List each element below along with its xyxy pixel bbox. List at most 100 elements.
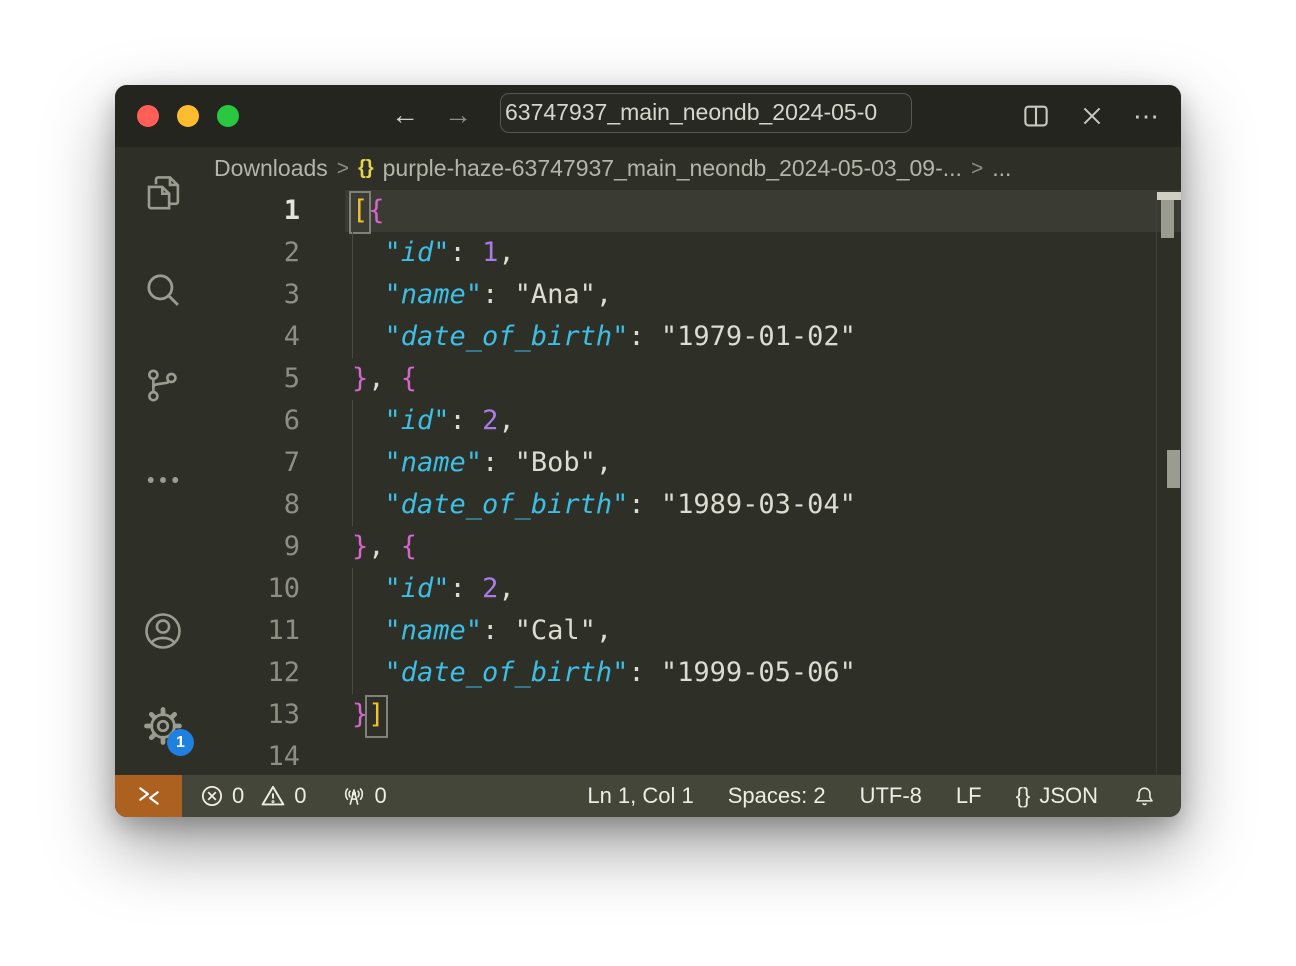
warnings-count: 0 — [294, 783, 306, 809]
line-number: 11 — [210, 610, 300, 652]
line-number: 10 — [210, 568, 300, 610]
line-number: 8 — [210, 484, 300, 526]
code-line[interactable]: 4 "date_of_birth": "1979-01-02" — [210, 316, 1181, 358]
code-line[interactable]: 10 "id": 2, — [210, 568, 1181, 610]
line-number: 3 — [210, 274, 300, 316]
back-arrow-icon[interactable]: ← — [385, 98, 425, 132]
settings-gear-icon[interactable]: 1 — [115, 690, 210, 762]
code-line[interactable]: 11 "name": "Cal", — [210, 610, 1181, 652]
explorer-icon[interactable] — [115, 157, 210, 229]
ports-indicator[interactable]: 0 — [341, 783, 387, 809]
code-line[interactable]: 3 "name": "Ana", — [210, 274, 1181, 316]
title-bar: ← → 63747937_main_neondb_2024-05-0 ⋯ — [115, 85, 1181, 147]
code-text: "name": "Bob", — [352, 442, 612, 484]
braces-icon: {} — [1016, 783, 1031, 809]
breadcrumb-separator: > — [971, 157, 983, 181]
indent-guide — [352, 274, 353, 316]
language-mode[interactable]: {} JSON — [1016, 783, 1098, 809]
code-text: "name": "Ana", — [352, 274, 612, 316]
overview-current-line-marker — [1157, 192, 1181, 200]
line-number: 5 — [210, 358, 300, 400]
encoding[interactable]: UTF-8 — [860, 783, 922, 809]
forward-arrow-icon[interactable]: → — [438, 98, 478, 132]
zoom-traffic-light[interactable] — [217, 105, 239, 127]
line-number: 1 — [210, 190, 300, 232]
cursor-position[interactable]: Ln 1, Col 1 — [587, 783, 693, 809]
notifications-bell-icon[interactable] — [1132, 784, 1157, 809]
close-editor-icon[interactable] — [1079, 103, 1105, 129]
code-text: }] — [352, 694, 385, 736]
breadcrumb-separator: > — [337, 157, 349, 181]
breadcrumb-file[interactable]: purple-haze-63747937_main_neondb_2024-05… — [383, 155, 962, 182]
line-number: 6 — [210, 400, 300, 442]
indent-guide — [352, 652, 353, 694]
line-number: 13 — [210, 694, 300, 736]
code-text: [{ — [352, 190, 385, 232]
vscode-window: ← → 63747937_main_neondb_2024-05-0 ⋯ — [115, 85, 1181, 817]
indentation[interactable]: Spaces: 2 — [728, 783, 826, 809]
breadcrumb: Downloads > {} purple-haze-63747937_main… — [210, 147, 1181, 190]
indent-guide — [352, 484, 353, 526]
eol-sequence[interactable]: LF — [956, 783, 982, 809]
problems-warnings[interactable]: 0 — [260, 783, 306, 809]
breadcrumb-symbol-tail[interactable]: ... — [992, 155, 1011, 182]
radio-tower-icon — [341, 783, 367, 809]
line-number: 9 — [210, 526, 300, 568]
code-line[interactable]: 8 "date_of_birth": "1989-03-04" — [210, 484, 1181, 526]
code-text: "id": 2, — [352, 568, 515, 610]
code-lines[interactable]: 1[{2 "id": 1,3 "name": "Ana",4 "date_of_… — [210, 190, 1181, 775]
line-number: 14 — [210, 736, 300, 775]
code-text: "date_of_birth": "1999-05-06" — [352, 652, 856, 694]
overview-marker — [1167, 450, 1180, 488]
code-line[interactable]: 2 "id": 1, — [210, 232, 1181, 274]
activity-bar: 1 — [115, 147, 210, 775]
code-line[interactable]: 12 "date_of_birth": "1999-05-06" — [210, 652, 1181, 694]
code-line[interactable]: 6 "id": 2, — [210, 400, 1181, 442]
code-text: "id": 2, — [352, 400, 515, 442]
code-text: "name": "Cal", — [352, 610, 612, 652]
problems-errors[interactable]: 0 — [200, 783, 244, 809]
code-line[interactable]: 7 "name": "Bob", — [210, 442, 1181, 484]
code-text: "id": 1, — [352, 232, 515, 274]
json-file-icon: {} — [358, 157, 374, 180]
line-number: 12 — [210, 652, 300, 694]
split-editor-icon[interactable] — [1021, 101, 1051, 131]
indent-guide — [352, 232, 353, 274]
indent-guide — [352, 442, 353, 484]
breadcrumb-folder[interactable]: Downloads — [214, 155, 328, 182]
code-text: }, { — [352, 526, 417, 568]
code-line[interactable]: 9 }, { — [210, 526, 1181, 568]
code-line[interactable]: 5 }, { — [210, 358, 1181, 400]
indent-guide — [352, 610, 353, 652]
command-center-title[interactable]: 63747937_main_neondb_2024-05-0 — [500, 93, 912, 133]
code-text: }, { — [352, 358, 417, 400]
overview-ruler-border — [1156, 190, 1157, 775]
search-icon[interactable] — [115, 254, 210, 326]
code-text: "date_of_birth": "1989-03-04" — [352, 484, 856, 526]
line-number: 2 — [210, 232, 300, 274]
errors-count: 0 — [232, 783, 244, 809]
language-label: JSON — [1039, 783, 1098, 809]
scrollbar-thumb[interactable] — [1161, 200, 1174, 238]
ports-count: 0 — [375, 783, 387, 809]
more-views-icon[interactable] — [115, 444, 210, 516]
close-traffic-light[interactable] — [137, 105, 159, 127]
error-icon — [200, 784, 224, 808]
line-number: 4 — [210, 316, 300, 358]
indent-guide — [352, 568, 353, 610]
warning-icon — [260, 783, 286, 809]
indent-guide — [352, 316, 353, 358]
code-line[interactable]: 1 [{ — [210, 190, 1181, 232]
code-line[interactable]: 13}] — [210, 694, 1181, 736]
minimize-traffic-light[interactable] — [177, 105, 199, 127]
more-actions-icon[interactable]: ⋯ — [1133, 101, 1159, 132]
accounts-icon[interactable] — [115, 595, 210, 667]
editor[interactable]: Downloads > {} purple-haze-63747937_main… — [210, 147, 1181, 775]
source-control-icon[interactable] — [115, 350, 210, 422]
settings-badge: 1 — [167, 729, 194, 756]
remote-indicator[interactable] — [115, 775, 182, 817]
code-line[interactable]: 14 — [210, 736, 1181, 775]
indent-guide — [352, 400, 353, 442]
status-bar: 0 0 0 — [115, 775, 1181, 817]
line-number: 7 — [210, 442, 300, 484]
